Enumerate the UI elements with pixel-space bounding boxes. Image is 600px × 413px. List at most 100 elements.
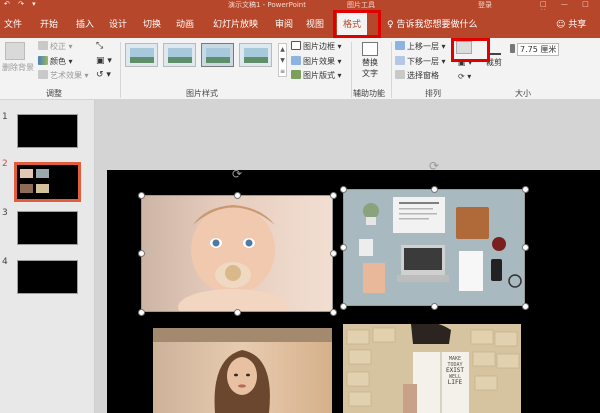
resize-handle[interactable]: [138, 192, 145, 199]
tab-file[interactable]: 文件: [4, 17, 22, 30]
picture-effects-button[interactable]: 图片效果 ▾: [291, 56, 342, 67]
reset-picture-icon[interactable]: ↺ ▾: [96, 70, 111, 80]
color-icon: [38, 56, 48, 65]
slide-thumbnail-3[interactable]: [17, 211, 78, 245]
style-preview: [206, 48, 230, 63]
picture-tools-label: 图片工具: [347, 1, 375, 9]
style-preview: [168, 48, 192, 63]
reader-photo[interactable]: [343, 324, 521, 413]
send-backward-button[interactable]: 下移一层 ▾: [395, 56, 446, 67]
group-divider: [120, 42, 121, 98]
format-tab-highlight: [333, 10, 381, 38]
color-button[interactable]: 颜色 ▾: [38, 56, 73, 67]
reader-illustration: [346, 324, 520, 413]
tab-home[interactable]: 开始: [40, 17, 58, 30]
selection-pane-button[interactable]: 选择窗格: [395, 70, 439, 81]
compress-pictures-icon[interactable]: ⤡: [96, 41, 103, 51]
tab-animations[interactable]: 动画: [176, 17, 194, 30]
title-bar: ↶ ↷ ▾ 演示文稿1 - PowerPoint 图片工具 登录 □ — □ ✕: [0, 0, 600, 16]
login-link[interactable]: 登录: [478, 0, 492, 10]
picture-style-3[interactable]: [201, 43, 234, 67]
bring-forward-label: 上移一层: [407, 42, 439, 51]
resize-handle[interactable]: [138, 309, 145, 316]
woman-photo[interactable]: [153, 328, 332, 413]
resize-handle[interactable]: [234, 309, 241, 316]
height-icon: [510, 44, 515, 53]
picture-style-2[interactable]: [163, 43, 196, 67]
picture-layout-icon: [291, 70, 301, 79]
change-picture-icon[interactable]: ▣ ▾: [96, 56, 112, 66]
alt-text-button[interactable]: 替换 文字: [358, 42, 382, 79]
slide-thumbnail-4[interactable]: [17, 260, 78, 294]
resize-handle[interactable]: [522, 303, 529, 310]
artistic-effects-button[interactable]: 艺术效果 ▾: [38, 70, 89, 81]
rotate-handle-icon[interactable]: ⟳: [231, 168, 243, 180]
book-word: LIFE: [447, 379, 463, 386]
mini-baby-photo: [20, 169, 33, 178]
tab-review[interactable]: 审阅: [275, 17, 293, 30]
resize-handle[interactable]: [431, 303, 438, 310]
slide-number: 1: [2, 112, 8, 122]
document-title: 演示文稿1 - PowerPoint: [228, 1, 306, 9]
desk-photo[interactable]: [343, 189, 525, 306]
slide-thumbnail-pane: 1 2 3 4: [0, 100, 95, 413]
resize-handle[interactable]: [522, 244, 529, 251]
resize-handle[interactable]: [138, 250, 145, 257]
tab-slideshow[interactable]: 幻灯片放映: [213, 17, 258, 30]
corrections-label: 校正: [50, 42, 66, 51]
resize-handle[interactable]: [330, 192, 337, 199]
resize-handle[interactable]: [340, 244, 347, 251]
baby-illustration: [178, 205, 288, 312]
baby-photo[interactable]: [141, 195, 333, 312]
bring-forward-button[interactable]: 上移一层 ▾: [395, 41, 446, 52]
resize-handle[interactable]: [234, 192, 241, 199]
slide-number: 2: [2, 159, 8, 169]
share-button[interactable]: ☺ 共享: [556, 17, 586, 30]
remove-background-button[interactable]: 删除背景: [2, 42, 34, 73]
tab-design[interactable]: 设计: [109, 17, 127, 30]
align-button-highlight: [451, 38, 490, 62]
slide-thumbnail-1[interactable]: [17, 114, 78, 148]
artistic-effects-label: 艺术效果: [50, 71, 82, 80]
resize-handle[interactable]: [330, 250, 337, 257]
mini-desk-photo: [36, 169, 49, 178]
bring-forward-icon: [395, 41, 405, 50]
remove-background-label: 删除背景: [2, 63, 34, 72]
group-divider: [351, 42, 352, 98]
quick-access-toolbar[interactable]: ↶ ↷ ▾: [4, 0, 39, 8]
adjust-group-label: 调整: [46, 89, 62, 98]
alt-text-label-2: 文字: [362, 69, 378, 78]
selection-pane-label: 选择窗格: [407, 71, 439, 80]
slide-number: 4: [2, 257, 8, 267]
artistic-effects-icon: [38, 70, 48, 79]
tab-insert[interactable]: 插入: [76, 17, 94, 30]
style-preview: [244, 48, 268, 63]
tab-transitions[interactable]: 切换: [143, 17, 161, 30]
slide-thumbnail-2[interactable]: [14, 162, 81, 202]
slide-number: 3: [2, 208, 8, 218]
resize-handle[interactable]: [522, 186, 529, 193]
styles-gallery-scroll[interactable]: ▲ ▼ ≡: [278, 43, 287, 77]
height-field[interactable]: 7.75 厘米: [510, 43, 560, 56]
height-input[interactable]: 7.75 厘米: [517, 43, 560, 56]
style-preview: [130, 48, 154, 63]
resize-handle[interactable]: [340, 303, 347, 310]
picture-layout-button[interactable]: 图片版式 ▾: [291, 70, 342, 81]
picture-effects-icon: [291, 56, 301, 65]
ribbon: 删除背景 校正 ▾ 颜色 ▾ 艺术效果 ▾ ⤡ ▣ ▾ ↺ ▾ 调整 ▲ ▼ ≡ 图…: [0, 38, 600, 100]
tell-me-search[interactable]: ♀ 告诉我您想要做什么: [387, 17, 477, 30]
send-backward-icon: [395, 56, 405, 65]
tab-view[interactable]: 视图: [306, 17, 324, 30]
mini-reader-photo: [36, 184, 49, 193]
resize-handle[interactable]: [431, 186, 438, 193]
rotate-icon[interactable]: ⟳ ▾: [458, 72, 471, 81]
corrections-button[interactable]: 校正 ▾: [38, 41, 73, 52]
resize-handle[interactable]: [330, 309, 337, 316]
mini-woman-photo: [20, 184, 33, 193]
picture-border-button[interactable]: 图片边框 ▾: [291, 41, 342, 52]
rotate-handle-icon[interactable]: ⟳: [428, 160, 440, 172]
picture-style-4[interactable]: [239, 43, 272, 67]
color-label: 颜色: [50, 57, 66, 66]
resize-handle[interactable]: [340, 186, 347, 193]
picture-style-1[interactable]: [125, 43, 158, 67]
